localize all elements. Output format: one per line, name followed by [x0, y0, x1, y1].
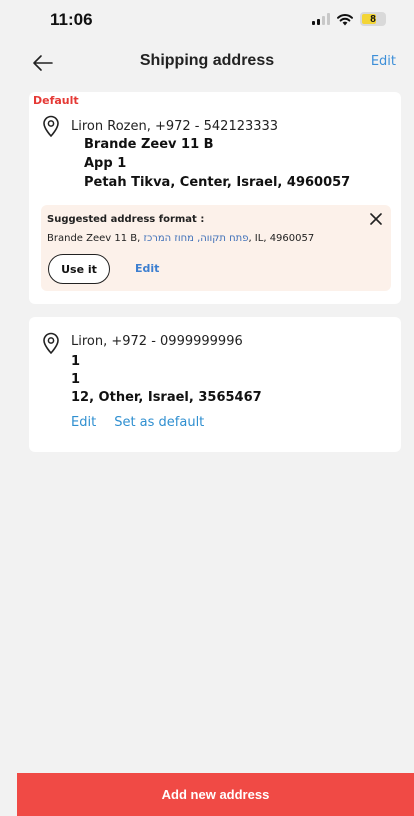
add-new-address-button[interactable]: Add new address [17, 773, 414, 816]
suggested-address-street: Brande Zeev 11 B, [47, 233, 144, 244]
address-name-phone: Liron, +972 - 0999999996 [71, 334, 243, 349]
suggested-address-postal: , IL, 4960057 [248, 233, 315, 244]
status-time: 11:06 [50, 10, 93, 29]
header: Shipping address Edit [0, 40, 414, 86]
location-pin-icon [43, 332, 59, 354]
suggested-address-hebrew: פתח תקווה, מחוז המרכז [143, 233, 249, 244]
suggested-address-title: Suggested address format : [47, 214, 205, 225]
address-line-3: Petah Tikva, Center, Israel, 4960057 [84, 175, 351, 190]
close-icon[interactable] [369, 212, 383, 226]
suggested-address-text: Brande Zeev 11 B, פתח תקווה, מחוז המרכז,… [47, 233, 314, 244]
address-actions: Edit Set as default [71, 415, 204, 430]
battery-icon: 8 [360, 12, 386, 26]
status-icons: 8 [312, 12, 386, 26]
address-name-phone: Liron Rozen, +972 - 542123333 [71, 119, 279, 134]
address-line-2: App 1 [84, 156, 127, 171]
wifi-icon [337, 13, 353, 25]
battery-level: 8 [370, 13, 376, 25]
suggestion-edit-button[interactable]: Edit [135, 262, 159, 275]
use-it-button[interactable]: Use it [48, 254, 110, 284]
suggested-address-box: Suggested address format : Brande Zeev 1… [41, 205, 391, 291]
edit-address-button[interactable]: Edit [71, 415, 96, 430]
signal-icon [312, 13, 330, 25]
default-badge: Default [33, 94, 79, 107]
address-line-1: 1 [71, 354, 81, 369]
address-line-3: 12, Other, Israel, 3565467 [71, 390, 262, 405]
address-line-1: Brande Zeev 11 B [84, 137, 214, 152]
page-title: Shipping address [139, 52, 275, 69]
address-card[interactable]: Liron, +972 - 0999999996 1 1 12, Other, … [29, 317, 401, 452]
address-card-default[interactable]: Default Liron Rozen, +972 - 542123333 Br… [29, 92, 401, 304]
location-pin-icon [43, 115, 59, 137]
status-bar: 11:06 8 [0, 0, 414, 40]
address-line-2: 1 [71, 372, 81, 387]
header-edit-button[interactable]: Edit [371, 54, 396, 69]
set-as-default-button[interactable]: Set as default [114, 415, 204, 430]
